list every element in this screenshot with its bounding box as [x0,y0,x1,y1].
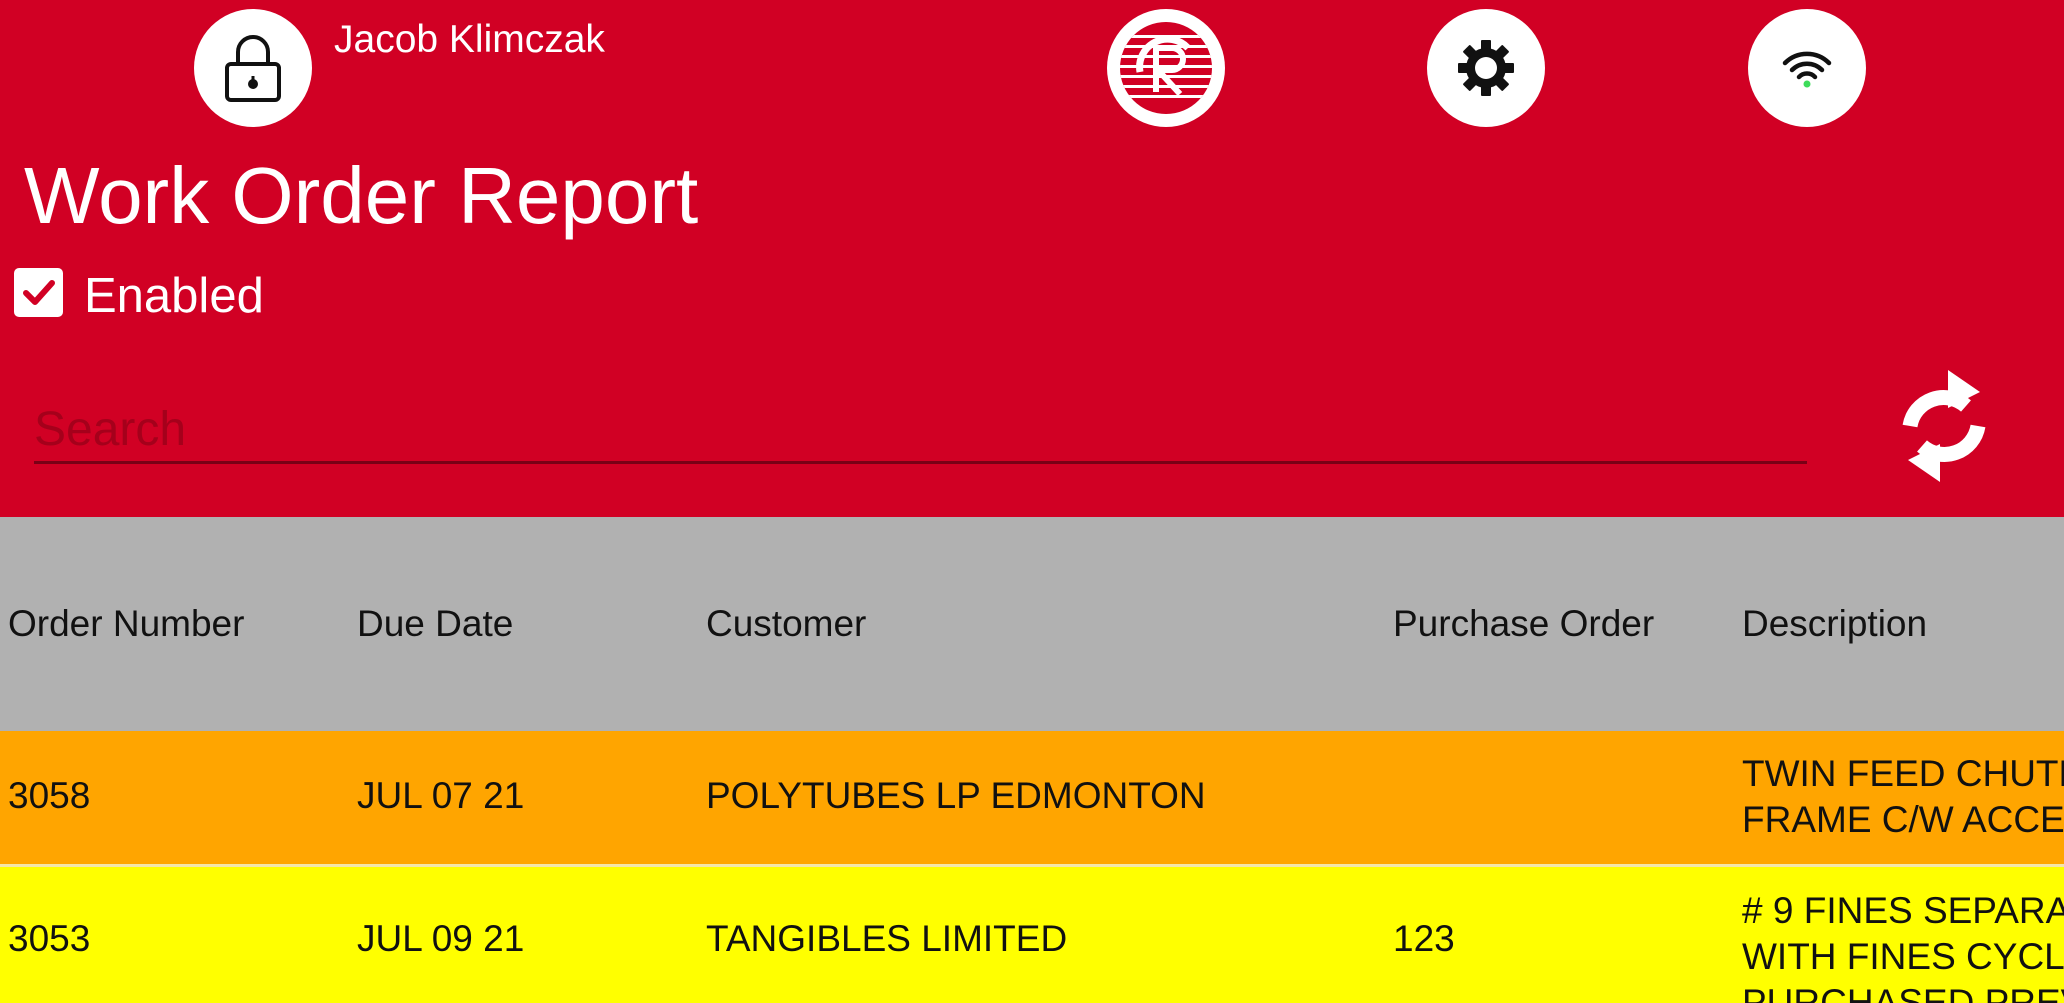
cell-order-number: 3058 [8,775,91,816]
column-header-description[interactable]: Description [1742,603,1927,645]
cell-purchase-order: 123 [1393,918,1455,959]
cell-due-date: JUL 09 21 [357,918,525,959]
description-line: TWIN FEED CHUTE [1742,753,2064,794]
refresh-button[interactable] [1890,364,1998,488]
table-row[interactable]: 3058 JUL 07 21 POLYTUBES LP EDMONTON TWI… [0,731,2064,864]
wifi-icon [1782,51,1832,88]
lock-icon [225,35,281,102]
settings-button[interactable] [1427,9,1545,127]
enabled-label[interactable]: Enabled [84,268,264,324]
cell-customer: POLYTUBES LP EDMONTON [706,775,1206,816]
cell-order-number: 3053 [8,918,91,959]
table-header: Order Number Due Date Customer Purchase … [0,517,2064,731]
user-name: Jacob Klimczak [334,18,605,61]
description-line: WITH FINES CYCLO [1742,936,2064,977]
app-header: Jacob Klimczak Work Order Report Enabled… [0,0,2064,517]
checkmark-icon [22,279,55,305]
column-header-order-number[interactable]: Order Number [8,603,244,645]
lock-button[interactable] [194,9,312,127]
description-line: # 9 FINES SEPARAT [1742,890,2064,931]
gear-icon [1458,40,1514,96]
wifi-status-button[interactable] [1748,9,1866,127]
column-header-customer[interactable]: Customer [706,603,866,645]
enabled-checkbox[interactable] [14,268,63,317]
column-header-purchase-order[interactable]: Purchase Order [1393,603,1654,645]
description-line: PURCHASED PREV [1742,982,2064,1003]
column-header-due-date[interactable]: Due Date [357,603,513,645]
company-logo-button[interactable] [1107,9,1225,127]
refresh-icon [1902,370,1986,482]
search-input[interactable] [34,398,1807,464]
description-line: FRAME C/W ACCES [1742,799,2064,840]
cell-description: # 9 FINES SEPARAT WITH FINES CYCLO PURCH… [1742,888,2064,1003]
cell-due-date: JUL 07 21 [357,775,525,816]
company-logo-icon [1120,22,1212,114]
cell-description: TWIN FEED CHUTE FRAME C/W ACCES [1742,751,2064,843]
page-title: Work Order Report [24,151,699,240]
cell-customer: TANGIBLES LIMITED [706,918,1068,959]
table-row[interactable]: 3053 JUL 09 21 TANGIBLES LIMITED 123 # 9… [0,867,2064,1003]
